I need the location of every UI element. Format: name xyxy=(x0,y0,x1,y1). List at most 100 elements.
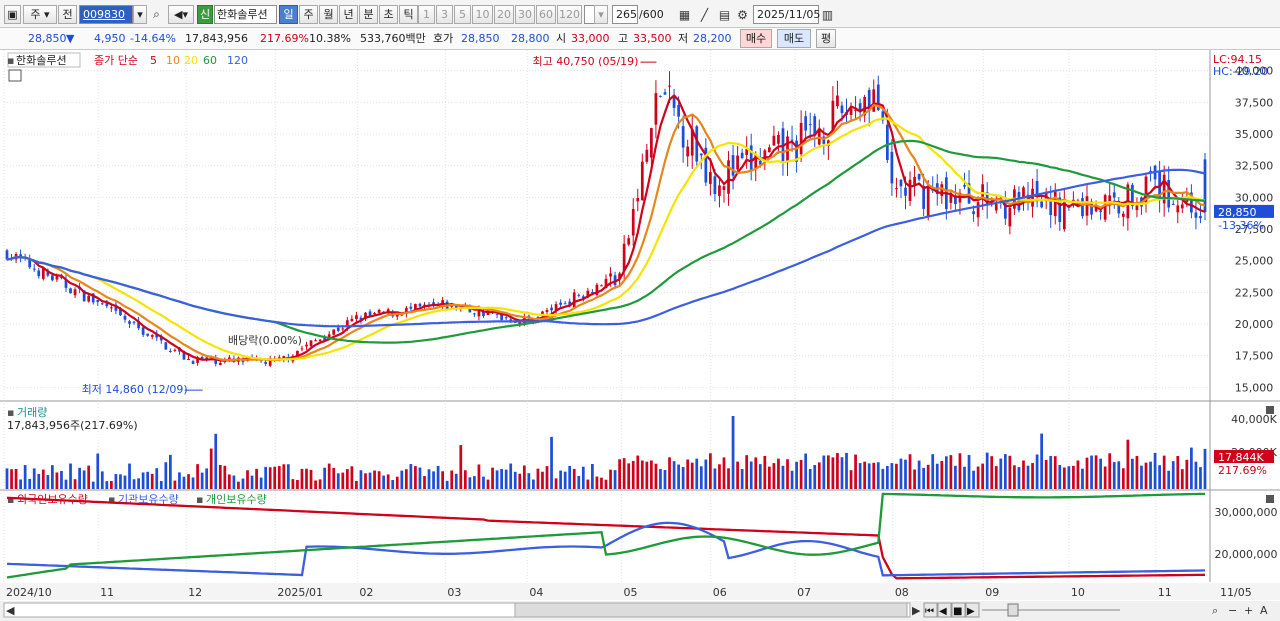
scroll-right-icon: ▶ xyxy=(912,604,921,617)
date-input[interactable]: 2025/11/05 xyxy=(753,5,820,24)
interval-button-30[interactable]: 30 xyxy=(515,5,535,24)
buy-button[interactable]: 매수 xyxy=(740,29,772,48)
volume-bar xyxy=(400,470,404,489)
tab-year[interactable]: 년 xyxy=(339,5,358,24)
interval-button-20[interactable]: 20 xyxy=(494,5,514,24)
interval-button-120[interactable]: 120 xyxy=(557,5,582,24)
volume-bar xyxy=(305,468,308,489)
toolbar: ▣ 주 ▾ 전 009830 ▾ ⌕ ◀▾ 신 한화솔루션 일 주 월 년 분 … xyxy=(0,0,1280,28)
candle-body xyxy=(709,172,712,184)
volume-bar xyxy=(713,468,717,489)
interval-button-60[interactable]: 60 xyxy=(536,5,556,24)
volume-tick-label: 40,000K xyxy=(1231,413,1277,426)
interval-button-10[interactable]: 10 xyxy=(472,5,493,24)
volume-bar xyxy=(668,457,671,489)
volume-bar xyxy=(259,477,263,489)
tab-month[interactable]: 월 xyxy=(319,5,338,24)
volume-bar xyxy=(595,476,599,489)
volume-bar xyxy=(722,457,726,489)
gear-icon[interactable]: ⚙ xyxy=(734,6,751,23)
volume-bar xyxy=(550,436,553,489)
x-axis-label: 02 xyxy=(359,586,373,599)
candle-body xyxy=(1176,205,1180,213)
price-tick-label: 17,500 xyxy=(1235,350,1274,363)
volume-bar xyxy=(808,468,812,489)
volume-bar xyxy=(890,463,894,489)
chart-settings-icon[interactable]: ▦ xyxy=(676,6,693,23)
candle-body xyxy=(141,327,145,335)
tab-minute[interactable]: 분 xyxy=(359,5,378,24)
volume-bar xyxy=(450,470,454,489)
volume-bar xyxy=(391,480,395,489)
sell-button[interactable]: 매도 xyxy=(777,29,811,48)
volume-bar xyxy=(427,469,431,489)
interval-button-5[interactable]: 5 xyxy=(454,5,471,24)
volume-bar xyxy=(677,464,680,489)
volume-bar xyxy=(1112,462,1116,489)
volume-bar xyxy=(454,473,458,489)
tab-week[interactable]: 주 xyxy=(299,5,318,24)
volume-bar xyxy=(1126,439,1130,489)
volume-bar xyxy=(1062,467,1066,489)
candle-body xyxy=(1031,188,1034,207)
stock-name-field[interactable]: 한화솔루션 xyxy=(214,5,277,24)
volume-bar xyxy=(368,472,372,489)
volume-bar xyxy=(241,478,245,489)
volume-bar xyxy=(831,457,835,489)
interval-button-3[interactable]: 3 xyxy=(436,5,453,24)
window-menu-icon[interactable]: ▣ xyxy=(4,5,21,24)
save-icon[interactable]: ▤ xyxy=(716,6,733,23)
stock-chart[interactable]: 한화솔루션▪ 종가 단순 5 10 20 60 120 LC:94.15HC:-29.20▪ 거… xyxy=(0,50,1280,621)
candle-body xyxy=(332,329,336,335)
volume-bar xyxy=(119,474,122,489)
volume-bar xyxy=(963,466,966,489)
stock-code-input[interactable]: 009830 xyxy=(79,5,133,24)
count-input[interactable]: 265 xyxy=(612,5,638,24)
calendar-icon[interactable]: ▥ xyxy=(819,6,836,23)
search-icon[interactable]: ⌕ xyxy=(148,6,165,23)
prev-button[interactable]: 전 xyxy=(58,5,77,24)
volume-bar xyxy=(386,474,390,489)
volume-bar xyxy=(87,465,91,489)
volume-bar xyxy=(500,468,503,489)
scroll-left-icon: ◀ xyxy=(6,604,15,617)
current-price: 28,850 xyxy=(28,32,67,45)
holding-panel-close-icon xyxy=(1266,495,1274,503)
volume-bar xyxy=(445,480,449,489)
volume-bar xyxy=(817,462,821,489)
panel-bullet-icon: ▪ xyxy=(7,54,14,67)
draw-tool-icon[interactable]: ╱ xyxy=(696,6,713,23)
candle-body xyxy=(1099,210,1102,213)
code-dropdown-icon[interactable]: ▾ xyxy=(133,5,147,24)
candle-body xyxy=(191,361,195,364)
volume-bar xyxy=(745,455,749,489)
volume-bar xyxy=(958,453,962,489)
change-value: 4,950 xyxy=(94,32,126,45)
evaluation-button[interactable]: 평 xyxy=(816,29,836,48)
candle-body xyxy=(631,208,635,236)
bid-price: 28,800 xyxy=(511,32,550,45)
tab-tick[interactable]: 틱 xyxy=(399,5,418,24)
interval-dropdown-icon[interactable]: ▾ xyxy=(594,5,608,24)
candle-body xyxy=(722,186,726,191)
zoom-tool-icon: + xyxy=(1244,604,1253,617)
volume-bar xyxy=(350,466,354,489)
playback-icon: ▶ xyxy=(967,606,975,617)
volume-bar xyxy=(899,458,903,489)
volume-bar xyxy=(536,468,540,489)
candle-body xyxy=(146,333,150,336)
tab-second[interactable]: 초 xyxy=(379,5,398,24)
volume-bar xyxy=(718,464,721,489)
speaker-icon[interactable]: ◀▾ xyxy=(168,5,194,24)
tab-day[interactable]: 일 xyxy=(279,5,298,24)
candle-body xyxy=(650,128,653,158)
volume-bar xyxy=(1140,465,1143,489)
volume-bar xyxy=(114,474,118,489)
interval-button-1[interactable]: 1 xyxy=(418,5,435,24)
volume-bar xyxy=(191,477,195,489)
volume-bar xyxy=(854,454,857,489)
volume-bar xyxy=(1135,456,1139,489)
period-dropdown[interactable]: 주 ▾ xyxy=(23,5,57,24)
candle-body xyxy=(645,149,649,162)
candle-body xyxy=(840,105,844,114)
